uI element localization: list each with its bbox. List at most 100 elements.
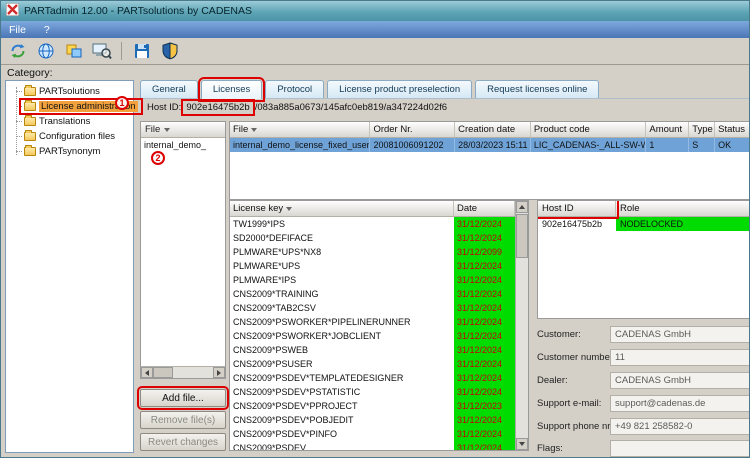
host-role-row[interactable]: 902e16475b2b NODELOCKED	[538, 217, 749, 231]
file-list-item[interactable]: internal_demo_	[141, 138, 225, 152]
inspect-computer-icon[interactable]	[89, 40, 114, 63]
scrollbar-thumb[interactable]	[516, 214, 528, 258]
sidebar-item-partsynonym[interactable]: PARTsynonym	[6, 144, 133, 159]
window-title: PARTadmin 12.00 - PARTsolutions by CADEN…	[24, 5, 252, 17]
column-header-license-key[interactable]: License key	[230, 201, 454, 216]
tab-licenses[interactable]: Licenses	[197, 77, 266, 102]
license-key-row[interactable]: TW1999*IPS 31/12/2024	[230, 217, 515, 231]
license-key-row[interactable]: CNS2009*PSDEV*POBJEDIT 31/12/2024	[230, 413, 515, 427]
file-list-header[interactable]: File	[141, 122, 225, 138]
column-header-status[interactable]: Status	[715, 122, 749, 137]
tab-general[interactable]: General	[140, 80, 198, 99]
tab-protocol[interactable]: Protocol	[265, 80, 325, 99]
license-key-vscrollbar[interactable]	[515, 201, 528, 450]
support-email-label: Support e-mail:	[537, 398, 602, 409]
host-id-line: Host ID: 902e16475b2b /083a885a0673/145a…	[147, 99, 448, 116]
column-header-role[interactable]: Role	[616, 201, 749, 216]
dealer-field[interactable]: CADENAS GmbH	[610, 372, 749, 389]
remove-files-button[interactable]: Remove file(s)	[140, 411, 226, 429]
tree-label: PARTsynonym	[39, 146, 101, 157]
license-key-row[interactable]: PLMWARE*UPS 31/12/2024	[230, 259, 515, 273]
license-key-row[interactable]: CNS2009*PSDEV*PPROJECT 31/12/2023	[230, 399, 515, 413]
file-list-hscrollbar[interactable]	[141, 366, 225, 378]
license-key-rows: TW1999*IPS 31/12/2024 SD2000*DEFIFACE 31/1…	[230, 217, 515, 450]
files-table-header: File Order Nr. Creation date Product cod…	[230, 122, 749, 138]
host-id-value: 902e16475b2b	[181, 99, 255, 116]
column-header-product-code[interactable]: Product code	[531, 122, 647, 137]
license-shield-icon[interactable]	[157, 40, 182, 63]
sidebar-item-translations[interactable]: Translations	[6, 114, 133, 129]
sort-icon	[164, 127, 171, 132]
sort-icon	[251, 127, 258, 132]
scroll-down-icon[interactable]	[516, 438, 528, 450]
license-key-row[interactable]: CNS2009*PSDEV 31/12/2024	[230, 441, 515, 450]
folder-icon	[24, 115, 36, 126]
license-date: 31/12/2024	[454, 301, 515, 315]
column-header-host-id[interactable]: Host ID	[538, 201, 619, 219]
column-header-file[interactable]: File	[230, 122, 371, 137]
host-id-rest: /083a885a0673/145afc0eb819/a347224d02f6	[254, 102, 448, 113]
license-key-row[interactable]: CNS2009*PSWORKER*PIPELINERUNNER 31/12/202…	[230, 315, 515, 329]
menu-file[interactable]: File	[9, 24, 26, 36]
license-date: 31/12/2024	[454, 343, 515, 357]
license-date: 31/12/2024	[454, 217, 515, 231]
sidebar-item-partsolutions[interactable]: PARTsolutions	[6, 84, 133, 99]
import-icon[interactable]	[61, 40, 86, 63]
scroll-right-icon[interactable]	[213, 367, 225, 378]
license-key-row[interactable]: CNS2009*PSDEV*TEMPLATEDESIGNER 31/12/2024	[230, 371, 515, 385]
host-role-header: Host ID Role	[538, 201, 749, 219]
license-key-row[interactable]: PLMWARE*IPS 31/12/2024	[230, 273, 515, 287]
cell-file: internal_demo_license_fixed_users.cnsldb	[230, 138, 371, 152]
scroll-up-icon[interactable]	[516, 201, 528, 213]
license-key-row[interactable]: CNS2009*TAB2CSV 31/12/2024	[230, 301, 515, 315]
column-header-amount[interactable]: Amount	[646, 122, 690, 137]
license-date: 31/12/2024	[454, 329, 515, 343]
customer-field[interactable]: CADENAS GmbH	[610, 326, 749, 343]
license-key-row[interactable]: CNS2009*TRAINING 31/12/2024	[230, 287, 515, 301]
license-date: 31/12/2024	[454, 371, 515, 385]
support-phone-field[interactable]: +49 821 258582-0	[610, 418, 749, 435]
save-icon[interactable]	[129, 40, 154, 63]
dealer-label: Dealer:	[537, 375, 568, 386]
column-header-creation-date[interactable]: Creation date	[455, 122, 531, 137]
tab-request-licenses-online[interactable]: Request licenses online	[475, 80, 600, 99]
globe-icon[interactable]	[33, 40, 58, 63]
refresh-icon[interactable]	[5, 40, 30, 63]
license-key-row[interactable]: CNS2009*PSWEB 31/12/2024	[230, 343, 515, 357]
flags-label: Flags:	[537, 443, 563, 454]
scrollbar-thumb[interactable]	[153, 367, 173, 378]
cell-amount: 1	[646, 138, 690, 152]
scroll-left-icon[interactable]	[141, 367, 153, 378]
title-bar: PARTadmin 12.00 - PARTsolutions by CADEN…	[1, 1, 749, 21]
column-header-order-nr[interactable]: Order Nr.	[370, 122, 456, 137]
license-key: CNS2009*PSWEB	[233, 345, 309, 355]
license-key-table-header: License key Date	[230, 201, 528, 217]
menu-help[interactable]: ?	[44, 24, 50, 36]
license-key-row[interactable]: CNS2009*PSDEV*PINFO 31/12/2024	[230, 427, 515, 441]
license-key-row[interactable]: SD2000*DEFIFACE 31/12/2024	[230, 231, 515, 245]
license-key-row[interactable]: CNS2009*PSUSER 31/12/2024	[230, 357, 515, 371]
form-row-customer-number: Customer number: 11	[537, 349, 749, 366]
support-email-field[interactable]: support@cadenas.de	[610, 395, 749, 412]
column-header-type[interactable]: Type	[689, 122, 716, 137]
customer-number-field[interactable]: 11	[610, 349, 749, 366]
sidebar-item-configuration-files[interactable]: Configuration files	[6, 129, 133, 144]
license-key-row[interactable]: CNS2009*PSWORKER*JOBCLIENT 31/12/2024	[230, 329, 515, 343]
license-key-row[interactable]: PLMWARE*UPS*NX8 31/12/2099	[230, 245, 515, 259]
revert-changes-button[interactable]: Revert changes	[140, 433, 226, 451]
table-row-selected[interactable]: internal_demo_license_fixed_users.cnsldb…	[230, 138, 749, 152]
customer-number-label: Customer number:	[537, 352, 616, 363]
tab-license-product-preselection[interactable]: License product preselection	[327, 80, 473, 99]
file-list-header-label: File	[145, 124, 161, 135]
support-phone-label: Support phone nr.:	[537, 421, 616, 432]
form-row-flags: Flags:	[537, 440, 749, 457]
annotation-step-1: 1	[115, 96, 129, 110]
license-key: PLMWARE*IPS	[233, 275, 297, 285]
license-key-row[interactable]: CNS2009*PSDEV*PSTATISTIC 31/12/2024	[230, 385, 515, 399]
sidebar-item-license-administration[interactable]: License administration	[6, 98, 143, 115]
column-header-date[interactable]: Date	[454, 201, 515, 216]
form-row-dealer: Dealer: CADENAS GmbH	[537, 372, 749, 389]
add-file-button[interactable]: Add file...	[137, 386, 229, 410]
cell-host-id: 902e16475b2b	[542, 219, 603, 229]
flags-field[interactable]	[610, 440, 749, 457]
